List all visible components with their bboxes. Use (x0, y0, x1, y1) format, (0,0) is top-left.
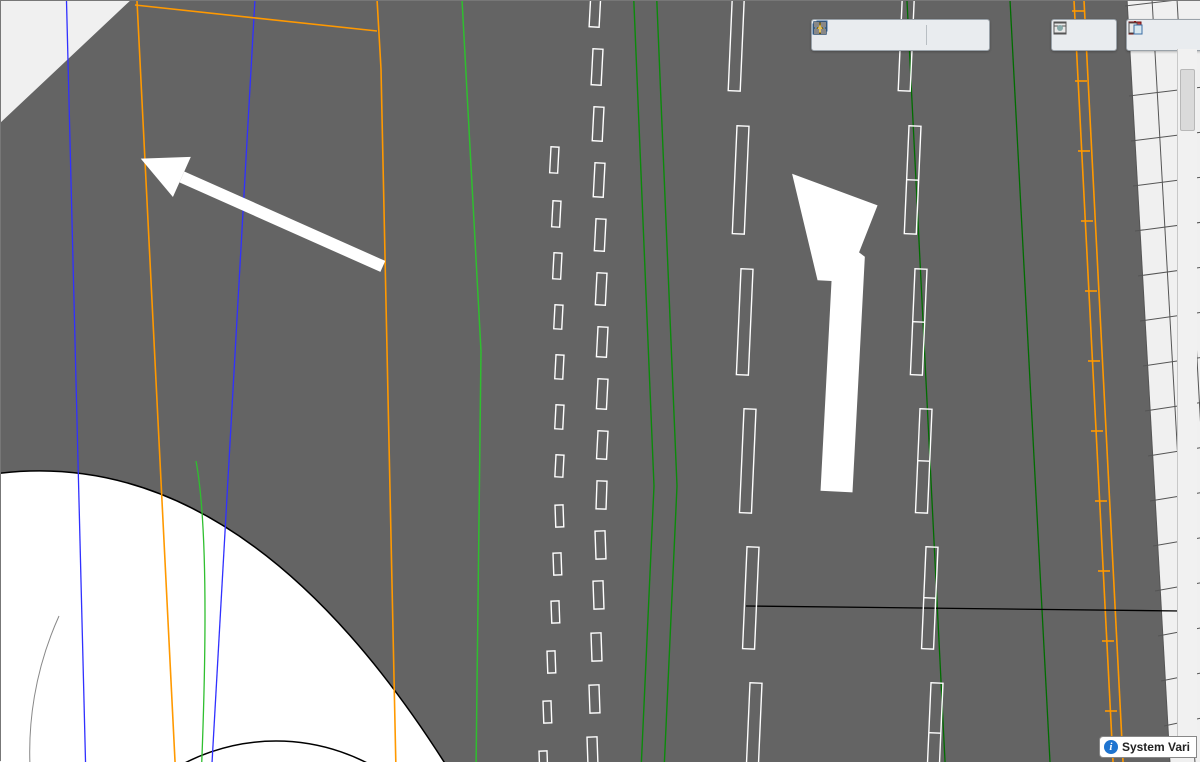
style-manager-button[interactable] (1085, 23, 1109, 47)
toolbar-reference[interactable] (1126, 19, 1200, 51)
visual-style-conceptual-button[interactable] (932, 23, 956, 47)
xref-manage-button[interactable] (1186, 23, 1200, 47)
visual-style-hidden-button[interactable] (871, 23, 895, 47)
drawing-canvas[interactable] (1, 1, 1200, 762)
visual-style-realistic-button[interactable] (897, 23, 921, 47)
info-icon: i (1104, 740, 1118, 754)
xref-clip-button[interactable] (1160, 23, 1184, 47)
toolbar-visual-styles[interactable] (811, 19, 990, 51)
status-notification[interactable]: i System Vari (1099, 736, 1197, 758)
vertical-scrollbar[interactable] (1177, 49, 1197, 738)
toolbar-separator (926, 25, 927, 45)
status-text: System Vari (1122, 740, 1190, 754)
visual-style-wireframe-button[interactable] (845, 23, 869, 47)
visual-style-manager-button[interactable] (958, 23, 982, 47)
model-viewport[interactable]: i System Vari (0, 0, 1200, 761)
toolbar-styles[interactable] (1051, 19, 1117, 51)
scrollbar-thumb[interactable] (1180, 69, 1195, 131)
